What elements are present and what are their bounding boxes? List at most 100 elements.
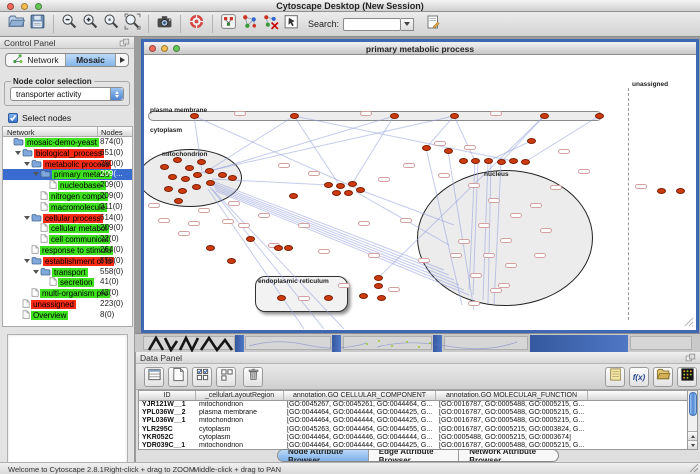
column-header[interactable] [588,391,688,400]
tree-item-cellular-process[interactable]: cellular process614(0) [3,213,132,224]
network-node[interactable] [324,182,333,188]
network-node[interactable] [274,245,283,251]
network-node[interactable] [227,258,236,264]
network-node[interactable] [374,275,383,281]
tab-network[interactable]: Network [6,54,66,66]
import-attributes-button[interactable] [653,367,673,387]
network-view-titlebar[interactable]: primary metabolic process [144,42,696,55]
help-button[interactable] [186,14,207,35]
network-node[interactable] [390,113,399,119]
network-node[interactable] [185,165,194,171]
expand-arrow-icon[interactable] [33,270,39,274]
attribute-editor-button[interactable] [605,367,625,387]
tree-item-macromolecule[interactable]: macromolecule311(0) [3,202,132,213]
table-scrollbar[interactable] [687,390,698,450]
network-node[interactable] [471,158,480,164]
network-node[interactable] [359,293,368,299]
column-header[interactable]: _cellularLayoutRegion [196,391,284,400]
tree-item-multi-organism-pro[interactable]: multi-organism pro42(0) [3,288,132,299]
table-header-row[interactable]: ID_cellularLayoutRegionannotation.GO CEL… [139,391,688,401]
tab-node-attribute-browser[interactable]: Node Attribute Browser [278,450,369,461]
network-node[interactable] [168,174,177,180]
expand-arrow-icon[interactable] [24,162,30,166]
tree-item-nitrogen-compo[interactable]: nitrogen compo209(0) [3,191,132,202]
tree-item-response-to-stimulu[interactable]: response to stimulu264(0) [3,245,132,256]
network-node[interactable] [192,184,201,190]
snapshot-button[interactable] [154,14,175,35]
network-node[interactable] [324,295,333,301]
network-node[interactable] [450,113,459,119]
control-panel-header[interactable]: Control Panel [0,37,134,49]
network-node[interactable] [374,283,383,289]
network-node[interactable] [174,198,183,204]
network-node[interactable] [657,188,666,194]
network-node[interactable] [595,113,604,119]
network-node[interactable] [289,193,298,199]
table-row[interactable]: YLR295Ccytoplasm[GO:0045263, GO:0044464,… [139,426,688,434]
tree-item-biological-process[interactable]: biological_process651(0) [3,148,132,159]
background-windows-strip[interactable] [135,333,700,352]
expand-arrow-icon[interactable] [33,172,39,176]
scroll-down-button[interactable] [688,440,697,449]
network-node[interactable] [290,113,299,119]
network-node[interactable] [509,158,518,164]
tree-item-transport[interactable]: transport558(0) [3,267,132,278]
search-input[interactable] [343,18,401,31]
network-node[interactable] [197,159,206,165]
tree-item-nucleobase-[interactable]: nucleobase-209(0) [3,180,132,191]
table-row[interactable]: YJR121W__1mitochondrion[GO:0045267, GO:0… [139,401,688,409]
tab-mosaic[interactable]: Mosaic [66,54,116,66]
tree-item-mosaic-demo-yeast[interactable]: mosaic-demo-yeast874(0) [3,137,132,148]
birds-eye-view-panel[interactable] [7,334,128,464]
zoom-in-button[interactable] [80,14,101,35]
data-panel-header[interactable]: Data Panel [136,352,700,364]
tree-item-overview[interactable]: Overview8(0) [3,310,132,321]
column-header[interactable]: annotation.GO MOLECULAR_FUNCTION [436,391,588,400]
attribute-columns-button[interactable] [144,367,164,387]
network-node[interactable] [246,236,255,242]
node-color-dropdown[interactable]: transporter activity [10,87,124,101]
network-node[interactable] [178,188,187,194]
network-node[interactable] [521,159,530,165]
expand-arrow-icon[interactable] [24,259,30,263]
network-node[interactable] [540,113,549,119]
table-row[interactable]: YPL036W__2plasma membrane[GO:0044464, GO… [139,409,688,417]
network-node[interactable] [193,172,202,178]
heatmap-button[interactable] [677,367,697,387]
network-node[interactable] [205,168,214,174]
scroll-up-button[interactable] [688,431,697,440]
tree-item-secretion[interactable]: secretion41(0) [3,277,132,288]
tree-item-primary-metabo[interactable]: primary metabo209(... [3,169,132,180]
zoom-fit-button[interactable] [122,14,143,35]
table-row[interactable]: YKR052Ccytoplasm[GO:0044464, GO:0044446,… [139,434,688,442]
new-attribute-button[interactable] [168,367,188,387]
network-view-window[interactable]: primary metabolic process plasma membran… [141,39,699,333]
network-node[interactable] [676,188,685,194]
expand-arrow-icon[interactable] [24,216,30,220]
vizmapper-button[interactable] [218,14,239,35]
network-node[interactable] [459,158,468,164]
tree-header[interactable]: Network Nodes [2,126,133,137]
delete-attribute-button[interactable] [243,367,263,387]
network-node[interactable] [444,148,453,154]
network-node[interactable] [497,159,506,165]
network-node[interactable] [218,172,227,178]
search-dropdown-button[interactable] [401,18,414,31]
expand-arrow-icon[interactable] [15,151,21,155]
destroy-view-button[interactable] [260,14,281,35]
network-node[interactable] [277,295,286,301]
column-header[interactable]: ID [139,391,196,400]
annotation-button[interactable] [281,14,302,35]
network-node[interactable] [422,145,431,151]
search-config-button[interactable] [422,14,443,35]
network-node[interactable] [181,176,190,182]
tree-item-metabolic-process[interactable]: metabolic process280(0) [3,159,132,170]
network-node[interactable] [356,187,365,193]
save-button[interactable] [27,14,48,35]
tab-network-attribute-browser[interactable]: Network Attribute Browser [459,450,558,461]
network-canvas[interactable]: plasma membrane cytoplasm mitochondrion … [144,55,696,329]
window-resize-grip[interactable] [689,463,699,473]
zoom-out-button[interactable] [59,14,80,35]
tree-item-unassigned[interactable]: unassigned223(0) [3,299,132,310]
network-node[interactable] [206,245,215,251]
